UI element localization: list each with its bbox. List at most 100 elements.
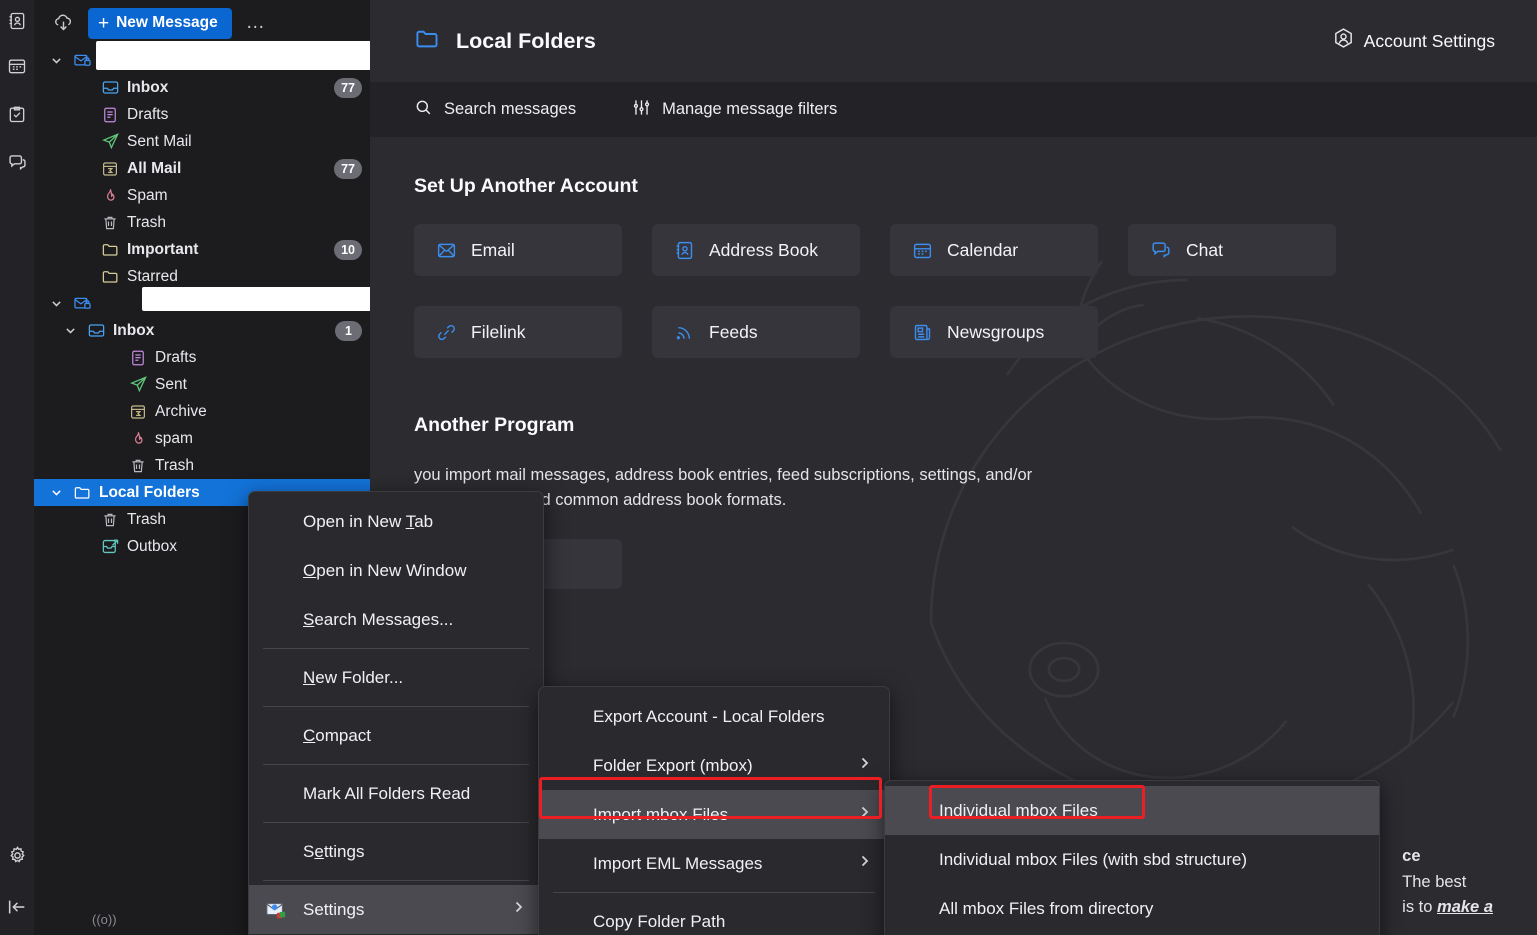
setup-card-label: Feeds bbox=[709, 322, 758, 343]
unread-badge: 10 bbox=[334, 240, 362, 260]
menu-item-new-folder[interactable]: New Folder... bbox=[249, 653, 543, 702]
archive-icon bbox=[128, 403, 148, 421]
newspaper-icon bbox=[912, 322, 933, 343]
menu-item-label: Settings bbox=[303, 900, 364, 920]
more-options-button[interactable]: … bbox=[242, 9, 270, 37]
menu-item-label: Import EML Messages bbox=[593, 854, 762, 874]
redaction-bar-account-1b bbox=[138, 44, 406, 66]
menu-item-mark-all-folders-read[interactable]: Mark All Folders Read bbox=[249, 769, 543, 818]
menu-separator bbox=[553, 892, 875, 893]
search-messages-button[interactable]: Search messages bbox=[414, 98, 576, 122]
folder-row-spam-1[interactable]: Spam bbox=[34, 182, 370, 209]
folder-label: Spam bbox=[127, 187, 362, 205]
chevron-right-icon bbox=[858, 755, 871, 777]
spam-icon bbox=[128, 430, 148, 448]
submenu-importexporttools-ng[interactable]: Export Account - Local Folders Folder Ex… bbox=[538, 686, 890, 935]
menu-item-export-account-local-folders[interactable]: Export Account - Local Folders bbox=[539, 692, 889, 741]
chevron-down-icon[interactable] bbox=[48, 297, 65, 310]
outbox-icon bbox=[100, 537, 120, 556]
folder-row-drafts-1[interactable]: Drafts bbox=[34, 101, 370, 128]
folder-label: Starred bbox=[127, 268, 362, 286]
settings-gear-icon[interactable] bbox=[0, 831, 34, 879]
menu-item-individual-mbox-files[interactable]: Individual mbox Files bbox=[885, 786, 1379, 835]
cloud-download-icon[interactable] bbox=[48, 8, 78, 38]
menu-item-individual-mbox-files-sbd[interactable]: Individual mbox Files (with sbd structur… bbox=[885, 835, 1379, 884]
folder-label: Trash bbox=[155, 457, 362, 475]
menu-item-label: Open in New Window bbox=[303, 561, 466, 581]
folder-row-all-mail-1[interactable]: All Mail 77 bbox=[34, 155, 370, 182]
setup-card-label: Newsgroups bbox=[947, 322, 1044, 343]
setup-card-email[interactable]: Email bbox=[414, 224, 622, 276]
footer-right-line-2: The best bbox=[1402, 870, 1493, 896]
setup-card-label: Filelink bbox=[471, 322, 525, 343]
context-menu-local-folders[interactable]: Open in New Tab Open in New Window Searc… bbox=[248, 491, 544, 935]
chevron-down-icon[interactable] bbox=[48, 54, 65, 67]
folder-row-archive-2[interactable]: Archive bbox=[34, 398, 370, 425]
new-message-button[interactable]: + New Message bbox=[88, 8, 232, 39]
setup-card-chat[interactable]: Chat bbox=[1128, 224, 1336, 276]
menu-item-importexporttools-ng[interactable]: Settings bbox=[249, 885, 543, 934]
make-a-link[interactable]: make a bbox=[1437, 898, 1493, 916]
account-settings-button[interactable]: Account Settings bbox=[1332, 27, 1495, 55]
page-title: Local Folders bbox=[456, 29, 596, 54]
chevron-down-icon[interactable] bbox=[48, 486, 65, 499]
unread-badge: 77 bbox=[334, 159, 362, 179]
manage-message-filters-button[interactable]: Manage message filters bbox=[632, 98, 837, 122]
setup-card-label: Address Book bbox=[709, 240, 818, 261]
folder-row-sent-mail-1[interactable]: Sent Mail bbox=[34, 128, 370, 155]
trash-icon bbox=[128, 457, 148, 475]
menu-item-import-eml-messages[interactable]: Import EML Messages bbox=[539, 839, 889, 888]
folder-row-sent-2[interactable]: Sent bbox=[34, 371, 370, 398]
folder-row-drafts-2[interactable]: Drafts bbox=[34, 344, 370, 371]
menu-separator bbox=[263, 648, 529, 649]
calendar-icon bbox=[912, 240, 933, 261]
tasks-icon[interactable] bbox=[0, 90, 34, 138]
folder-row-important-1[interactable]: Important 10 bbox=[34, 236, 370, 263]
chevron-down-icon[interactable] bbox=[62, 324, 79, 337]
chat-icon[interactable] bbox=[0, 138, 34, 186]
secure-mail-account-icon bbox=[72, 294, 92, 313]
new-message-label: New Message bbox=[116, 14, 218, 32]
menu-item-import-mbox-files[interactable]: Import mbox Files bbox=[539, 790, 889, 839]
folder-row-trash-2[interactable]: Trash bbox=[34, 452, 370, 479]
setup-card-grid: Email Address Book bbox=[414, 224, 1493, 358]
drafts-icon bbox=[128, 349, 148, 367]
calendar-icon[interactable] bbox=[0, 42, 34, 90]
folder-icon bbox=[72, 483, 92, 502]
folder-row-inbox-1[interactable]: Inbox 77 bbox=[34, 74, 370, 101]
address-book-icon[interactable] bbox=[0, 0, 34, 42]
menu-item-settings[interactable]: Settings bbox=[249, 827, 543, 876]
menu-item-label: Compact bbox=[303, 726, 371, 746]
folder-row-spam-2[interactable]: spam bbox=[34, 425, 370, 452]
menu-item-open-in-new-tab[interactable]: Open in New Tab bbox=[249, 497, 543, 546]
unread-badge: 1 bbox=[335, 321, 362, 341]
setup-card-address-book[interactable]: Address Book bbox=[652, 224, 860, 276]
setup-card-calendar[interactable]: Calendar bbox=[890, 224, 1098, 276]
menu-item-search-messages[interactable]: Search Messages... bbox=[249, 595, 543, 644]
trash-icon bbox=[100, 214, 120, 232]
folder-row-starred-1[interactable]: Starred bbox=[34, 263, 370, 290]
submenu-import-mbox-files[interactable]: Individual mbox Files Individual mbox Fi… bbox=[884, 780, 1380, 935]
menu-item-all-mbox-files-from-directory[interactable]: All mbox Files from directory bbox=[885, 884, 1379, 933]
menu-separator bbox=[263, 880, 529, 881]
menu-item-label: Folder Export (mbox) bbox=[593, 756, 753, 776]
menu-item-copy-folder-path[interactable]: Copy Folder Path bbox=[539, 897, 889, 935]
setup-card-newsgroups[interactable]: Newsgroups bbox=[890, 306, 1098, 358]
menu-item-open-in-new-window[interactable]: Open in New Window bbox=[249, 546, 543, 595]
menu-item-compact[interactable]: Compact bbox=[249, 711, 543, 760]
setup-card-filelink[interactable]: Filelink bbox=[414, 306, 622, 358]
collapse-pane-icon[interactable] bbox=[0, 879, 34, 935]
folder-pane-toolbar: + New Message … bbox=[34, 0, 370, 46]
rss-icon bbox=[674, 322, 695, 343]
main-subbar: Search messages Manage message filters bbox=[370, 82, 1537, 137]
menu-item-folder-export-mbox[interactable]: Folder Export (mbox) bbox=[539, 741, 889, 790]
inbox-icon bbox=[86, 321, 106, 340]
folder-row-inbox-2[interactable]: Inbox 1 bbox=[34, 317, 370, 344]
folder-label: Drafts bbox=[155, 349, 362, 367]
folder-label: Sent bbox=[155, 376, 362, 394]
import-section: Another Program you import mail messages… bbox=[414, 414, 1493, 589]
setup-card-feeds[interactable]: Feeds bbox=[652, 306, 860, 358]
import-section-title: Another Program bbox=[414, 414, 1493, 437]
folder-row-trash-1[interactable]: Trash bbox=[34, 209, 370, 236]
chevron-right-icon bbox=[858, 853, 871, 875]
